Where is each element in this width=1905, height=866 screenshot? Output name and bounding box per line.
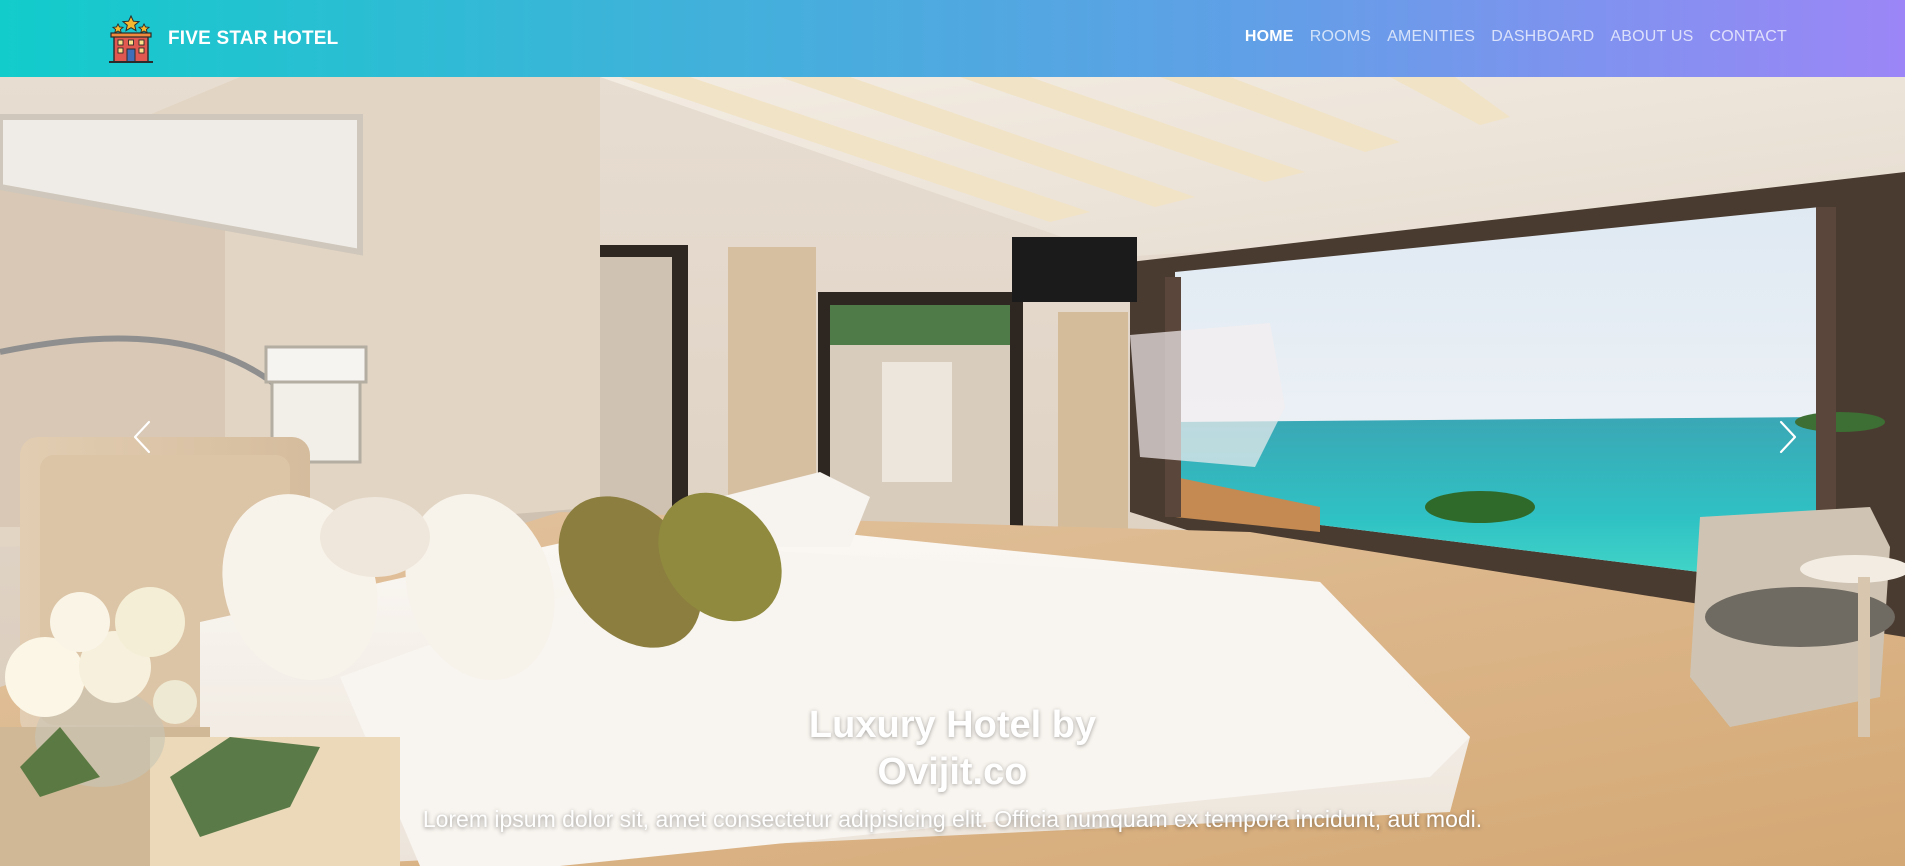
hotel-building-stars-icon (109, 14, 153, 63)
nav-link-contact[interactable]: CONTACT (1709, 28, 1787, 45)
nav-item-contact: CONTACT (1709, 28, 1787, 46)
nav-item-home: HOME (1245, 28, 1294, 46)
nav-item-amenities: AMENITIES (1387, 28, 1475, 46)
hero-carousel: Luxury Hotel by Ovijit.co Lorem ipsum do… (0, 77, 1905, 866)
nav-link-amenities[interactable]: AMENITIES (1387, 28, 1475, 45)
chevron-left-icon (133, 420, 151, 454)
caption-title: Luxury Hotel by Ovijit.co (808, 704, 1097, 793)
caption-text: Lorem ipsum dolor sit, amet consectetur … (422, 806, 1483, 832)
brand-name: FIVE STAR HOTEL (168, 28, 339, 49)
nav-link-home[interactable]: HOME (1245, 28, 1294, 45)
nav-item-dashboard: DASHBOARD (1491, 28, 1594, 46)
carousel-caption: Luxury Hotel by Ovijit.co Lorem ipsum do… (0, 702, 1905, 834)
nav-item-rooms: ROOMS (1310, 28, 1371, 46)
brand-link[interactable]: FIVE STAR HOTEL (106, 14, 338, 64)
nav-link-dashboard[interactable]: DASHBOARD (1491, 28, 1594, 45)
chevron-right-icon (1779, 420, 1797, 454)
main-nav: HOME ROOMS AMENITIES DASHBOARD ABOUT US … (1229, 28, 1787, 46)
carousel-next-button[interactable] (1708, 327, 1868, 547)
top-navbar: FIVE STAR HOTEL HOME ROOMS AMENITIES DAS… (0, 0, 1905, 77)
nav-link-rooms[interactable]: ROOMS (1310, 28, 1371, 45)
nav-item-about-us: ABOUT US (1610, 28, 1693, 46)
nav-link-about-us[interactable]: ABOUT US (1610, 28, 1693, 45)
carousel-prev-button[interactable] (62, 327, 222, 547)
